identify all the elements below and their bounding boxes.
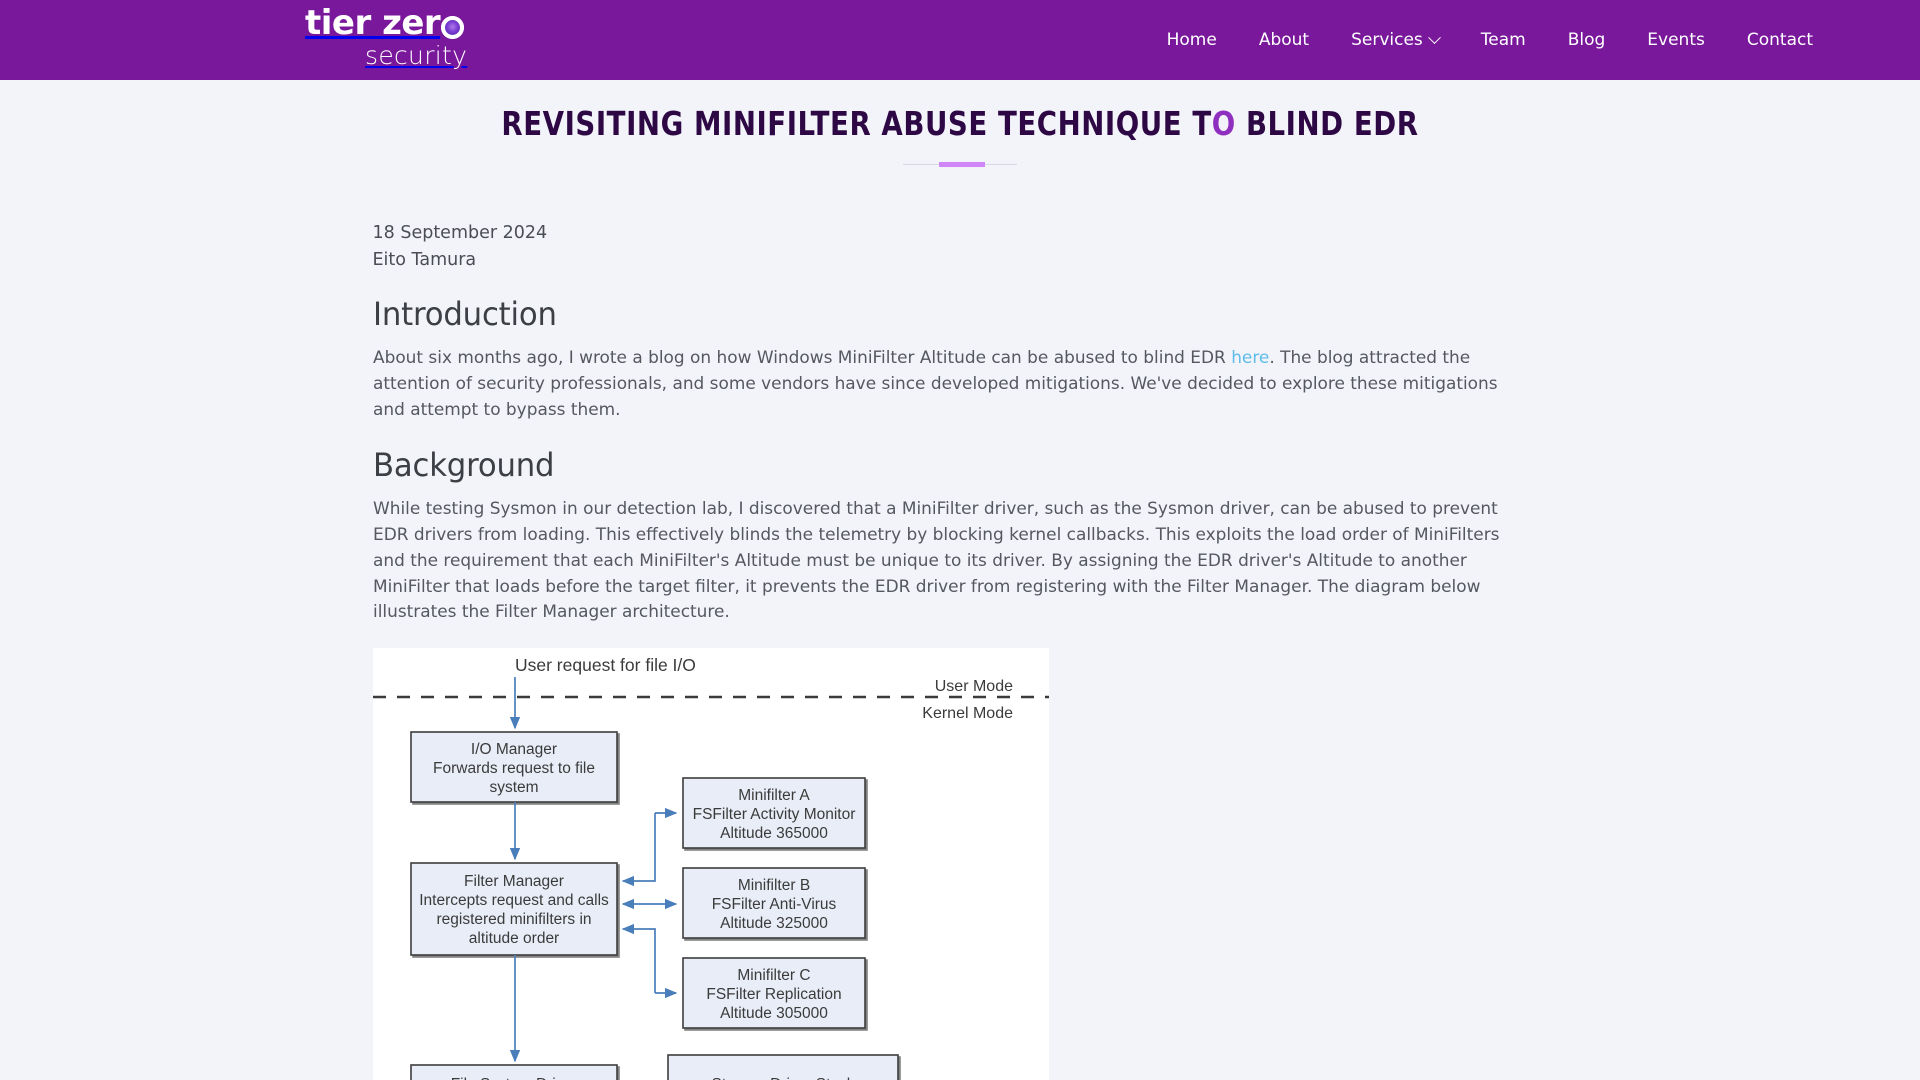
svg-text:Storage Driver Stack: Storage Driver Stack — [711, 1076, 854, 1080]
svg-text:Altitude 305000: Altitude 305000 — [720, 1005, 828, 1022]
nav-item-blog[interactable]: Blog — [1547, 30, 1627, 50]
section-heading-background: Background — [372, 445, 555, 484]
svg-text:Minifilter C: Minifilter C — [737, 967, 810, 984]
page-title: REVISITING MINIFILTER ABUSE TECHNIQUE TO… — [67, 80, 1853, 143]
nav-label: Services — [1351, 30, 1423, 50]
nav-label: Blog — [1567, 30, 1606, 50]
diagram-label-kernel-mode: Kernel Mode — [922, 705, 1013, 722]
diagram-label-user-request: User request for file I/O — [515, 655, 696, 675]
diagram-box-storage-driver-stack: Storage Driver Stack — [666, 1054, 899, 1080]
section-paragraph-background: While testing Sysmon in our detection la… — [372, 498, 1499, 623]
filter-manager-diagram-svg: User request for file I/O User Mode Kern… — [372, 648, 1049, 1080]
diagram-box-minifilter-c: Minifilter C FSFilter Replication Altitu… — [681, 957, 866, 1030]
page-title-before: REVISITING MINIFILTER ABUSE TECHNIQUE T — [501, 104, 1212, 143]
nav-item-contact[interactable]: Contact — [1726, 30, 1834, 50]
nav-item-home[interactable]: Home — [1146, 30, 1238, 50]
svg-text:File System Driver: File System Driver — [450, 1076, 577, 1080]
svg-text:FSFilter Activity Monitor: FSFilter Activity Monitor — [692, 806, 855, 823]
logo-tagline: security — [365, 40, 468, 70]
svg-text:registered minifilters in: registered minifilters in — [436, 911, 591, 928]
chevron-down-icon — [1427, 30, 1441, 44]
nav-label: Team — [1480, 30, 1526, 50]
svg-text:Minifilter A: Minifilter A — [738, 787, 810, 804]
logo-wordmark: tier zer — [305, 3, 441, 43]
diagram-box-file-system-driver: File System Driver — [409, 1064, 618, 1080]
svg-text:FSFilter Anti-Virus: FSFilter Anti-Virus — [711, 896, 836, 913]
nav-item-services[interactable]: Services — [1330, 30, 1460, 50]
nav-label: Events — [1647, 30, 1705, 50]
page-viewport: tier zer security Home About Services Te… — [0, 0, 1920, 1080]
nav-item-about[interactable]: About — [1238, 30, 1330, 50]
article-body: 18 September 2024 Eito Tamura Introducti… — [372, 168, 1548, 1080]
circle-target-icon — [441, 16, 465, 40]
svg-text:Altitude 325000: Altitude 325000 — [720, 915, 828, 932]
title-divider — [903, 160, 1017, 168]
svg-text:I/O Manager: I/O Manager — [470, 741, 556, 758]
svg-text:Minifilter B: Minifilter B — [737, 877, 809, 894]
svg-text:FSFilter Replication: FSFilter Replication — [706, 986, 841, 1003]
site-header: tier zer security Home About Services Te… — [0, 0, 1920, 80]
svg-text:Forwards request to file: Forwards request to file — [433, 760, 595, 777]
svg-text:altitude order: altitude order — [468, 930, 558, 947]
logo-wordmark-row: tier zer — [305, 3, 465, 43]
nav-label: Home — [1166, 30, 1217, 50]
page-title-after: BLIND EDR — [1235, 104, 1419, 143]
nav-label: Contact — [1746, 30, 1813, 50]
nav-item-events[interactable]: Events — [1626, 30, 1726, 50]
section-paragraph-introduction: About six months ago, I wrote a blog on … — [373, 346, 1530, 424]
svg-text:Intercepts request and calls: Intercepts request and calls — [419, 892, 609, 909]
main-navigation: Home About Services Team Blog Events Con… — [1146, 0, 1834, 80]
diagram-box-minifilter-a: Minifilter A FSFilter Activity Monitor A… — [681, 777, 866, 850]
svg-text:system: system — [489, 779, 538, 796]
nav-label: About — [1258, 30, 1310, 50]
section-heading-introduction: Introduction — [372, 295, 557, 334]
site-logo[interactable]: tier zer security — [305, 3, 468, 70]
paragraph-text: About six months ago, I wrote a blog on … — [372, 348, 1231, 369]
inline-link-here[interactable]: here — [1231, 348, 1269, 368]
filter-manager-diagram: User request for file I/O User Mode Kern… — [372, 648, 1049, 1080]
svg-text:Altitude 365000: Altitude 365000 — [720, 825, 828, 842]
diagram-box-filter-manager: Filter Manager Intercepts request and ca… — [409, 862, 618, 957]
svg-text:Filter Manager: Filter Manager — [464, 873, 564, 890]
article-author: Eito Tamura — [372, 249, 477, 270]
page-title-highlight: O — [1211, 104, 1236, 143]
diagram-box-io-manager: I/O Manager Forwards request to file sys… — [409, 731, 618, 804]
article-date: 18 September 2024 — [372, 223, 548, 243]
diagram-label-user-mode: User Mode — [934, 678, 1012, 695]
nav-item-team[interactable]: Team — [1460, 30, 1547, 50]
diagram-box-minifilter-b: Minifilter B FSFilter Anti-Virus Altitud… — [681, 867, 866, 940]
